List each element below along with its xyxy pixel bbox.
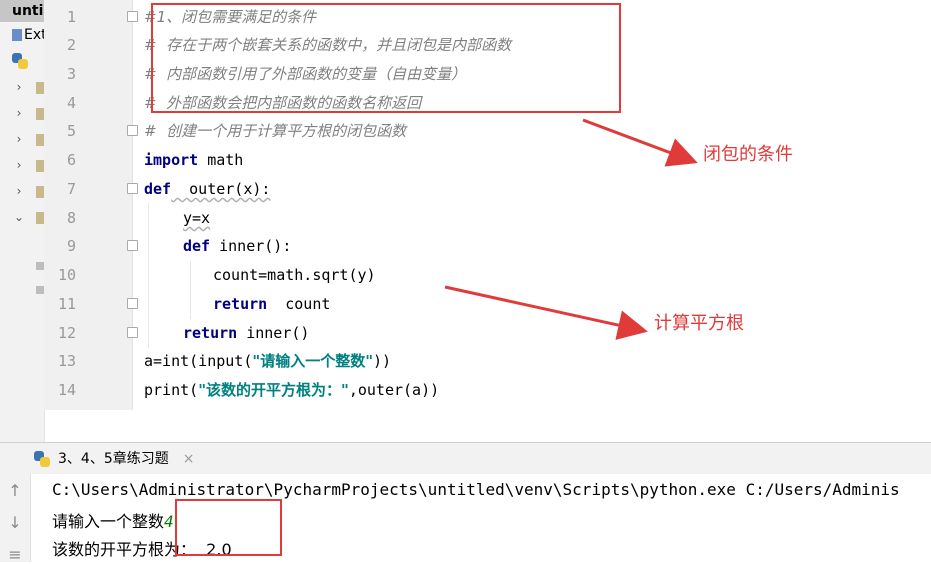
arrow-sqrt: [444, 285, 648, 340]
python-icon: [34, 451, 50, 467]
arrow-conditions: [582, 118, 698, 167]
highlight-box-result: [175, 499, 282, 556]
prompt-text: 请输入一个整数: [52, 512, 165, 531]
wrap-icon[interactable]: ≡: [6, 546, 24, 564]
console-line-prompt: 请输入一个整数4: [52, 508, 174, 532]
user-input-value: 4: [164, 512, 174, 531]
console-line-command: C:\Users\Administrator\PycharmProjects\u…: [52, 480, 900, 499]
arrow-up-icon[interactable]: ↑: [6, 482, 24, 500]
run-side-toolbar: ↑ ↓ ≡: [0, 474, 31, 564]
run-toolbar: 3、4、5章练习题 ×: [0, 442, 931, 476]
console-output[interactable]: C:\Users\Administrator\PycharmProjects\u…: [31, 474, 931, 562]
arrow-down-icon[interactable]: ↓: [6, 514, 24, 532]
annotation-conditions: 闭包的条件: [703, 144, 793, 165]
close-icon[interactable]: ×: [183, 443, 195, 475]
run-tab[interactable]: 3、4、5章练习题 ×: [24, 443, 204, 475]
run-tab-label: 3、4、5章练习题: [58, 451, 169, 467]
annotation-sqrt: 计算平方根: [654, 313, 744, 334]
